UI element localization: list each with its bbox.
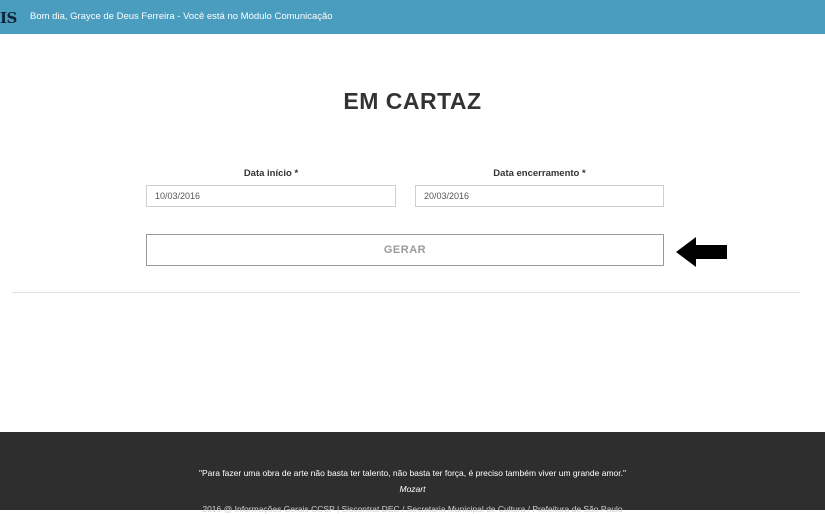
arrow-left-icon [676, 237, 727, 267]
start-date-label: Data início * [243, 168, 299, 179]
footer-quote-author: Mozart [399, 484, 426, 494]
app-logo[interactable]: IS [0, 9, 17, 27]
top-bar: IS Bom dia, Grayce de Deus Ferreira - Vo… [0, 0, 825, 34]
footer-copyright: 2016 @ Informações Gerais CCSP | Siscont… [202, 504, 623, 514]
page-title: EM CARTAZ [343, 88, 482, 114]
footer-quote: "Para fazer uma obra de arte não basta t… [198, 468, 626, 478]
footer: "Para fazer uma obra de arte não basta t… [0, 432, 825, 514]
start-date-input[interactable] [146, 185, 396, 207]
end-date-label: Data encerramento * [493, 168, 586, 179]
divider [12, 292, 800, 293]
greeting-text: Bom dia, Grayce de Deus Ferreira - Você … [30, 11, 333, 22]
end-date-input[interactable] [415, 185, 664, 207]
generate-button[interactable]: GERAR [146, 234, 664, 266]
